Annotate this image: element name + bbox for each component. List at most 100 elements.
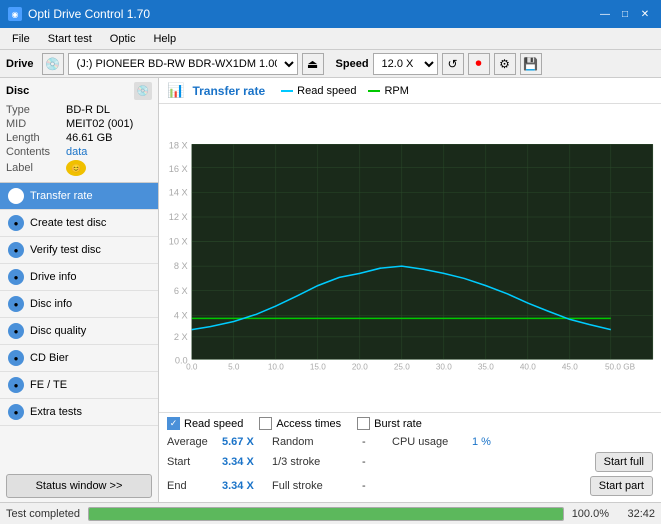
disc-mid-label: MID [6, 118, 66, 130]
drive-select[interactable]: (J:) PIONEER BD-RW BDR-WX1DM 1.00 [68, 53, 298, 75]
disc-header: Disc 💿 [6, 82, 152, 100]
checkbox-read-speed[interactable]: ✓ Read speed [167, 417, 243, 430]
burst-rate-checkbox[interactable] [357, 417, 370, 430]
svg-text:45.0: 45.0 [562, 363, 578, 372]
sidebar-item-disc-quality[interactable]: ● Disc quality [0, 318, 158, 345]
disc-mid-value: MEIT02 (001) [66, 118, 133, 130]
nav-icon-create-test-disc: ● [8, 215, 24, 231]
disc-label-row: Label 😊 [6, 160, 152, 176]
svg-text:16 X: 16 X [169, 164, 188, 174]
svg-text:8 X: 8 X [174, 261, 188, 271]
nav-icon-disc-info: ● [8, 296, 24, 312]
svg-text:25.0: 25.0 [394, 363, 410, 372]
nav-label-fe-te: FE / TE [30, 379, 67, 391]
progress-bar [88, 507, 564, 521]
nav-icon-transfer-rate: ● [8, 188, 24, 204]
checkbox-burst-rate[interactable]: Burst rate [357, 417, 422, 430]
status-text: Test completed [6, 508, 80, 520]
content-area: Disc 💿 Type BD-R DL MID MEIT02 (001) Len… [0, 78, 661, 502]
legend-rpm: RPM [368, 85, 408, 97]
menubar: File Start test Optic Help [0, 28, 661, 50]
disc-mid-row: MID MEIT02 (001) [6, 118, 152, 130]
sidebar-item-fe-te[interactable]: ●FE / TE [0, 372, 158, 399]
app-icon: ◉ [8, 7, 22, 21]
label-icon: 😊 [66, 160, 86, 176]
sidebar-item-verify-test-disc[interactable]: ●Verify test disc [0, 237, 158, 264]
end-label: End [167, 480, 222, 492]
status-window-button[interactable]: Status window >> [6, 474, 152, 498]
disc-icon-btn[interactable]: 💿 [134, 82, 152, 100]
average-value: 5.67 X [222, 436, 272, 448]
chart-wrapper: 18 X 16 X 14 X 12 X 10 X 8 X 6 X 4 X 2 X… [159, 104, 661, 412]
nav-icon-verify-test-disc: ● [8, 242, 24, 258]
onethird-value: - [362, 456, 392, 468]
speed-select[interactable]: 12.0 X [373, 53, 438, 75]
settings-button[interactable]: ⚙ [494, 53, 516, 75]
chart-header: 📊 Transfer rate Read speed RPM [159, 78, 661, 104]
fullstroke-label: Full stroke [272, 480, 362, 492]
drive-icon-btn[interactable]: 💿 [42, 53, 64, 75]
nav-label-create-test-disc: Create test disc [30, 217, 106, 229]
start-full-button[interactable]: Start full [595, 452, 653, 472]
refresh-button[interactable]: ↺ [442, 53, 464, 75]
svg-text:10 X: 10 X [169, 237, 188, 247]
maximize-button[interactable]: □ [617, 6, 633, 22]
chart-svg: 18 X 16 X 14 X 12 X 10 X 8 X 6 X 4 X 2 X… [159, 108, 661, 412]
access-times-checkbox[interactable] [259, 417, 272, 430]
random-value: - [362, 436, 392, 448]
sidebar-item-drive-info[interactable]: ●Drive info [0, 264, 158, 291]
burst-rate-checkbox-label: Burst rate [374, 418, 422, 430]
disc-length-label: Length [6, 132, 66, 144]
window-title: Opti Drive Control 1.70 [28, 7, 150, 21]
nav-label-disc-quality: Disc quality [30, 325, 86, 337]
progress-area: Test completed 100.0% 32:42 [0, 502, 661, 524]
svg-text:14 X: 14 X [169, 187, 188, 197]
checkbox-access-times[interactable]: Access times [259, 417, 341, 430]
legend-cyan-line [281, 90, 293, 92]
sidebar-item-transfer-rate[interactable]: ● Transfer rate [0, 183, 158, 210]
svg-text:10.0: 10.0 [268, 363, 284, 372]
access-times-checkbox-label: Access times [276, 418, 341, 430]
time-display: 32:42 [617, 508, 655, 520]
stats-row-start: Start 3.34 X 1/3 stroke - Start full [167, 450, 653, 474]
svg-text:20.0: 20.0 [352, 363, 368, 372]
menu-optic[interactable]: Optic [102, 31, 144, 47]
sidebar-item-cd-bier[interactable]: ●CD Bier [0, 345, 158, 372]
menu-file[interactable]: File [4, 31, 38, 47]
svg-text:30.0: 30.0 [436, 363, 452, 372]
progress-bar-fill [89, 508, 563, 520]
titlebar-controls: — □ ✕ [597, 6, 653, 22]
svg-text:5.0: 5.0 [228, 363, 240, 372]
menu-help[interactable]: Help [145, 31, 184, 47]
start-part-button[interactable]: Start part [590, 476, 653, 496]
onethird-label: 1/3 stroke [272, 456, 362, 468]
sidebar-item-create-test-disc[interactable]: ● Create test disc [0, 210, 158, 237]
nav-icon-drive-info: ● [8, 269, 24, 285]
svg-text:6 X: 6 X [174, 286, 188, 296]
svg-text:4 X: 4 X [174, 310, 188, 320]
svg-text:0.0: 0.0 [186, 363, 198, 372]
sidebar: Disc 💿 Type BD-R DL MID MEIT02 (001) Len… [0, 78, 159, 502]
close-button[interactable]: ✕ [637, 6, 653, 22]
titlebar-left: ◉ Opti Drive Control 1.70 [8, 7, 150, 21]
menu-start-test[interactable]: Start test [40, 31, 100, 47]
disc-length-value: 46.61 GB [66, 132, 112, 144]
eject-button[interactable]: ⏏ [302, 53, 324, 75]
sidebar-item-extra-tests[interactable]: ●Extra tests [0, 399, 158, 426]
svg-text:18 X: 18 X [169, 140, 188, 150]
nav-label-transfer-rate: Transfer rate [30, 190, 93, 202]
cpu-label: CPU usage [392, 436, 472, 448]
disc-contents-label: Contents [6, 146, 66, 158]
save-button[interactable]: 💾 [520, 53, 542, 75]
chart-area: 📊 Transfer rate Read speed RPM [159, 78, 661, 502]
minimize-button[interactable]: — [597, 6, 613, 22]
disc-type-value: BD-R DL [66, 104, 110, 116]
record-button[interactable]: ⏺ [468, 53, 490, 75]
nav-icon-disc-quality: ● [8, 323, 24, 339]
disc-type-row: Type BD-R DL [6, 104, 152, 116]
svg-text:35.0: 35.0 [478, 363, 494, 372]
read-speed-checkbox[interactable]: ✓ [167, 417, 180, 430]
nav-label-extra-tests: Extra tests [30, 406, 82, 418]
checkboxes-row: ✓ Read speed Access times Burst rate [167, 417, 653, 430]
sidebar-item-disc-info[interactable]: ●Disc info [0, 291, 158, 318]
